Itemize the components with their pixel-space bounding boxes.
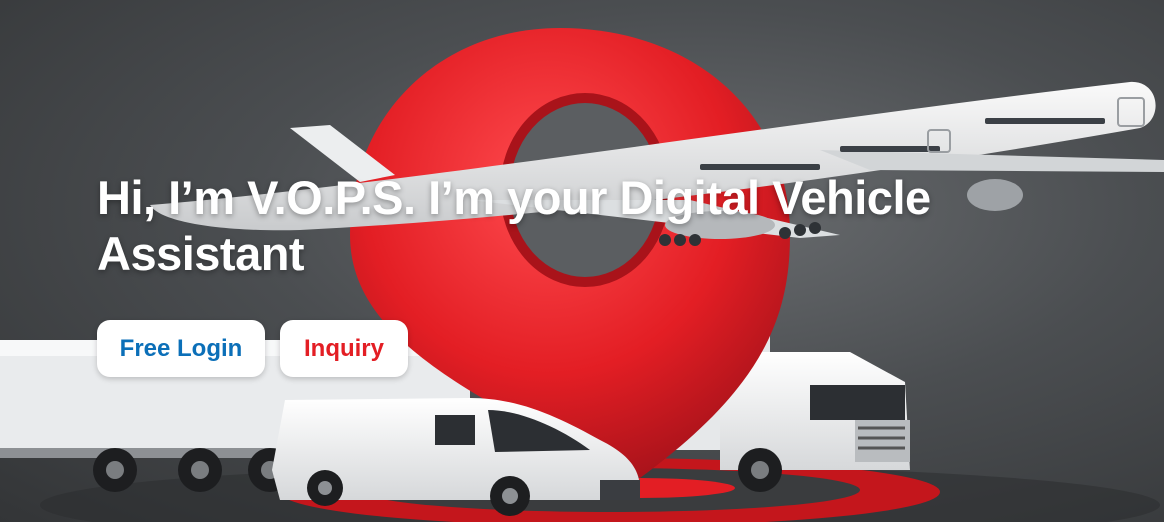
hero-headline: Hi, I’m V.O.P.S. I’m your Digital Vehicl… — [97, 171, 931, 280]
inquiry-button[interactable]: Inquiry — [280, 320, 408, 377]
hero-banner: Hi, I’m V.O.P.S. I’m your Digital Vehicl… — [0, 0, 1164, 522]
free-login-button[interactable]: Free Login — [97, 320, 265, 377]
